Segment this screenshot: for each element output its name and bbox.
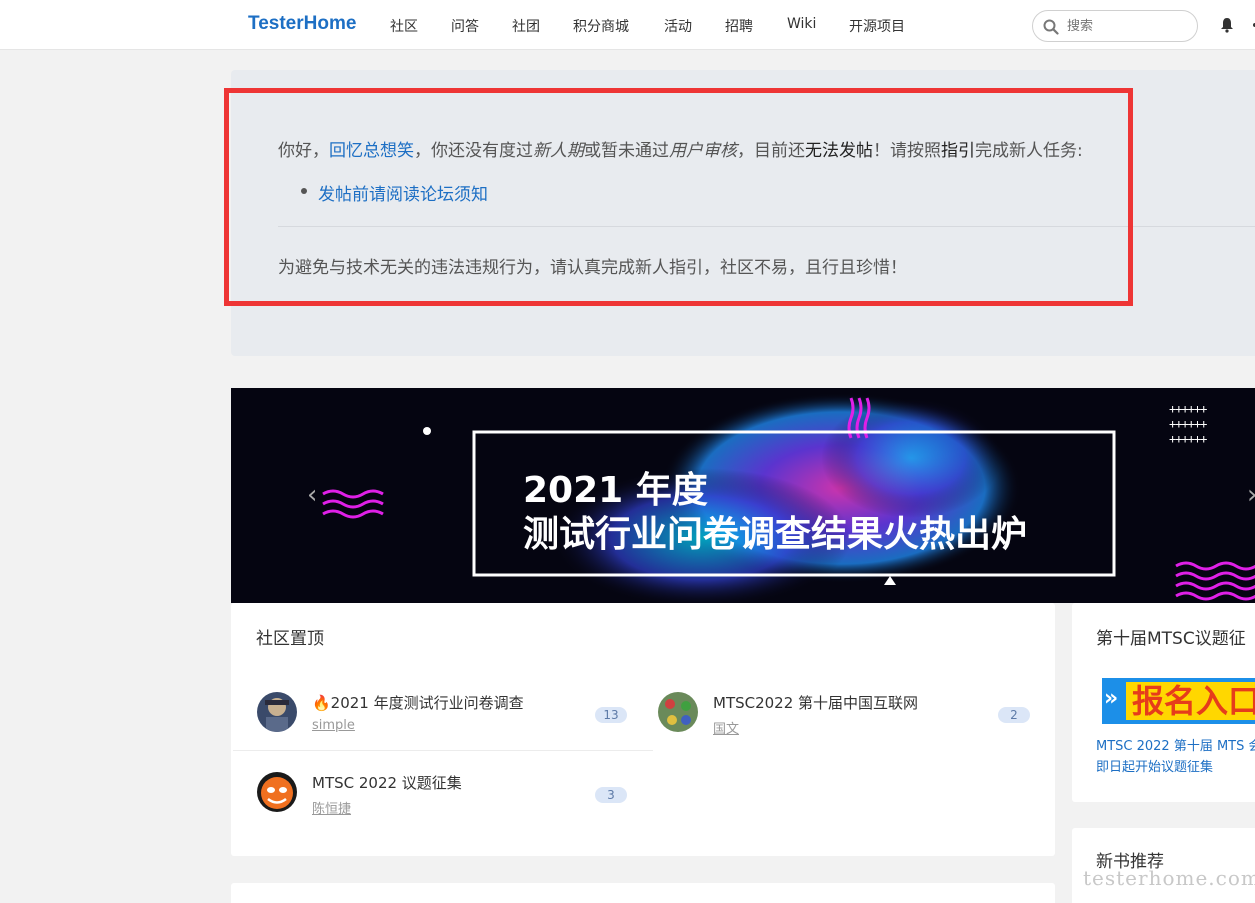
topic-divider <box>233 750 653 751</box>
banner-plus-pattern: ++++++ ++++++ ++++++ <box>1169 402 1207 446</box>
topic-author[interactable]: simple <box>312 718 355 733</box>
topic-author[interactable]: 陈恒捷 <box>312 798 351 817</box>
double-chevron-icon: » <box>1104 686 1119 711</box>
next-section-card <box>231 883 1055 903</box>
topic-item[interactable]: MTSC2022 第十届中国互联网 国文 2 <box>658 692 1030 752</box>
nav-item-open-source[interactable]: 开源项目 <box>849 16 905 36</box>
nav-item-wiki[interactable]: Wiki <box>787 16 816 32</box>
reply-count-badge: 2 <box>998 707 1030 723</box>
avatar[interactable] <box>658 692 698 732</box>
pinned-topics-card: 社区置顶 🔥2021 年度测试行业问卷调查 simple 13 MTSC2022… <box>231 603 1055 856</box>
brand-logo[interactable]: TesterHome <box>248 13 356 35</box>
avatar[interactable] <box>257 692 297 732</box>
highlight-annotation-box <box>224 88 1133 306</box>
nav-item-qa[interactable]: 问答 <box>451 16 479 36</box>
search-input[interactable] <box>1067 17 1187 35</box>
mtsc-title: 第十届MTSC议题征 <box>1096 629 1246 649</box>
pinned-title: 社区置顶 <box>256 629 324 649</box>
nav-item-clubs[interactable]: 社团 <box>512 16 540 36</box>
signup-banner[interactable]: » 报名入口 <box>1102 678 1255 724</box>
bell-icon[interactable] <box>1220 17 1234 33</box>
nav-item-events[interactable]: 活动 <box>664 16 692 36</box>
user-menu-icon[interactable] <box>1247 17 1255 33</box>
reply-count-badge: 3 <box>595 787 627 803</box>
nav-item-jobs[interactable]: 招聘 <box>725 16 753 36</box>
reply-count-badge: 13 <box>595 707 627 723</box>
search-icon <box>1043 19 1059 35</box>
mtsc-call-card: 第十届MTSC议题征 » 报名入口 MTSC 2022 第十届 MTS 会，即日… <box>1072 603 1255 802</box>
search-box[interactable] <box>1032 10 1198 42</box>
nav-item-points-mall[interactable]: 积分商城 <box>573 16 629 36</box>
signup-text: 报名入口 <box>1132 682 1255 720</box>
topic-author[interactable]: 国文 <box>713 718 739 737</box>
promo-banner[interactable]: ++++++ ++++++ ++++++ 2021 年度 测试行业问卷调查结果火… <box>231 388 1255 603</box>
banner-artwork <box>322 393 1255 603</box>
nav-item-community[interactable]: 社区 <box>390 16 418 36</box>
banner-title-line2: 测试行业问卷调查结果火热出炉 <box>523 514 1028 555</box>
topic-title[interactable]: MTSC2022 第十届中国互联网 <box>713 692 918 713</box>
signup-highlight: 报名入口 <box>1126 682 1255 720</box>
banner-next-arrow[interactable]: › <box>1247 480 1255 510</box>
topic-title[interactable]: 🔥2021 年度测试行业问卷调查 <box>312 692 524 713</box>
topic-item[interactable]: 🔥2021 年度测试行业问卷调查 simple 13 <box>257 692 629 752</box>
site-watermark: testerhome.com <box>1083 866 1255 890</box>
top-navbar: TesterHome 社区 问答 社团 积分商城 活动 招聘 Wiki 开源项目 <box>0 0 1255 50</box>
topic-item[interactable]: MTSC 2022 议题征集 陈恒捷 3 <box>257 772 629 832</box>
banner-prev-arrow[interactable]: ‹ <box>307 480 317 510</box>
topic-title[interactable]: MTSC 2022 议题征集 <box>312 772 462 793</box>
avatar[interactable] <box>257 772 297 812</box>
mtsc-description-link[interactable]: MTSC 2022 第十届 MTS 会，即日起开始议题征集 <box>1096 736 1255 778</box>
